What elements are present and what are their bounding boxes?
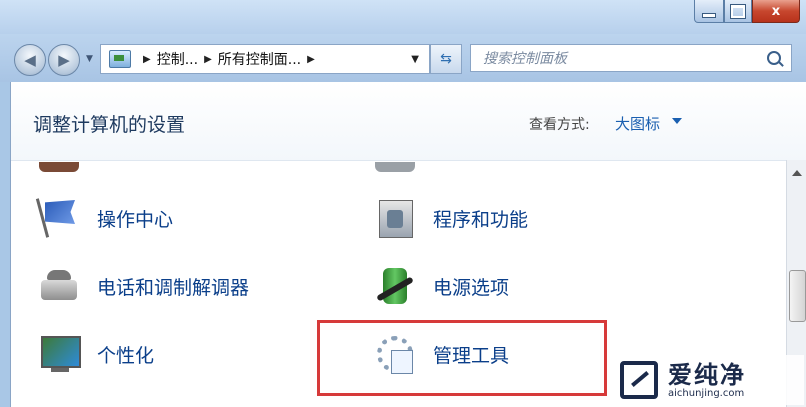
item-programs-features[interactable]: 程序和功能 — [373, 196, 528, 240]
monitor-icon — [37, 332, 81, 376]
flag-icon — [37, 196, 81, 240]
chevron-down-icon[interactable] — [672, 118, 682, 124]
maximize-button[interactable] — [724, 0, 752, 23]
address-toolbar: ◀ ▶ ▼ ▶ 控制... ▶ 所有控制面... ▶ ▼ ⇆ 搜索控制面板 — [0, 34, 806, 82]
content-header: 调整计算机的设置 查看方式: 大图标 — [11, 82, 806, 161]
arrow-left-icon: ◀ — [24, 51, 36, 69]
watermark-text: 爱纯净 — [668, 360, 746, 389]
close-button[interactable]: x — [752, 0, 800, 23]
item-personalization[interactable]: 个性化 — [37, 332, 154, 376]
search-icon[interactable] — [767, 51, 781, 65]
refresh-button[interactable]: ⇆ — [430, 44, 462, 74]
item-label: 电源选项 — [433, 276, 510, 299]
breadcrumb-all-items[interactable]: 所有控制面... — [218, 49, 301, 69]
item-label: 电话和调制解调器 — [97, 276, 250, 299]
page-title: 调整计算机的设置 — [33, 114, 186, 136]
minimize-icon — [702, 12, 716, 18]
item-power-options[interactable]: 电源选项 — [373, 264, 509, 308]
forward-button[interactable]: ▶ — [48, 44, 80, 76]
search-input[interactable]: 搜索控制面板 — [470, 44, 792, 72]
scroll-thumb[interactable] — [789, 270, 806, 322]
highlight-box — [317, 320, 607, 396]
recent-pages-dropdown[interactable]: ▼ — [86, 54, 93, 64]
scroll-up-icon[interactable] — [792, 170, 802, 176]
breadcrumb-separator-icon[interactable]: ▶ — [143, 54, 151, 65]
partial-item-icon — [39, 162, 79, 172]
address-dropdown-icon[interactable]: ▼ — [411, 54, 419, 65]
minimize-button[interactable] — [694, 0, 724, 23]
arrow-right-icon: ▶ — [58, 51, 70, 69]
item-label: 个性化 — [97, 344, 155, 367]
item-phone-modem[interactable]: 电话和调制解调器 — [37, 264, 249, 308]
breadcrumb-separator-icon[interactable]: ▶ — [204, 54, 212, 65]
programs-icon — [373, 196, 417, 240]
view-by-label: 查看方式: — [529, 117, 590, 133]
watermark-logo-icon — [620, 361, 658, 399]
view-by-dropdown[interactable]: 大图标 — [615, 113, 660, 134]
close-icon: x — [771, 3, 781, 19]
battery-icon — [373, 264, 417, 308]
maximize-icon — [730, 3, 746, 19]
back-button[interactable]: ◀ — [14, 44, 46, 76]
control-panel-icon — [109, 50, 131, 68]
breadcrumb-control-panel[interactable]: 控制... — [157, 49, 198, 69]
window-controls: x — [694, 0, 800, 23]
refresh-icon: ⇆ — [440, 51, 452, 67]
address-box[interactable]: ▶ 控制... ▶ 所有控制面... ▶ ▼ — [100, 44, 430, 74]
phone-icon — [37, 264, 81, 308]
breadcrumb-separator-icon[interactable]: ▶ — [307, 54, 315, 65]
watermark: 爱纯净 aichunjing.com — [614, 355, 804, 405]
item-label: 操作中心 — [97, 208, 174, 231]
watermark-url: aichunjing.com — [668, 387, 745, 399]
item-action-center[interactable]: 操作中心 — [37, 196, 173, 240]
partial-item-icon — [375, 162, 415, 172]
window-titlebar: x — [0, 0, 806, 34]
item-label: 程序和功能 — [433, 208, 529, 231]
search-placeholder: 搜索控制面板 — [483, 51, 567, 67]
